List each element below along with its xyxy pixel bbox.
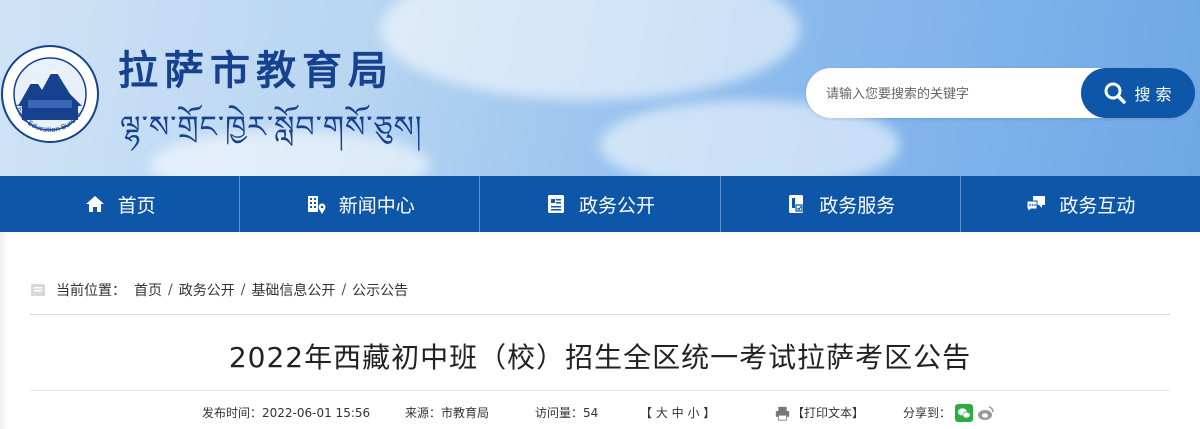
search-input[interactable] — [824, 81, 1078, 107]
breadcrumb-separator: / — [240, 282, 246, 298]
publish-time: 发布时间：2022-06-01 15:56 — [202, 406, 371, 420]
search-button[interactable]: 搜 索 — [1081, 68, 1195, 118]
print-button[interactable]: 【打印文本】 — [775, 404, 864, 421]
breadcrumb-separator: / — [168, 282, 173, 298]
nav-item-label: 政务公开 — [579, 194, 656, 217]
article-meta: 发布时间：2022-06-01 15:56 来源：市教育局 访问量：54 【 大… — [0, 404, 1200, 424]
main-content: 当前位置： 首页 / 政务公开 / 基础信息公开 / 公示公告 2022年西藏初… — [0, 232, 1200, 429]
bureau-logo-icon[interactable]: Lhasa Education Bureau — [0, 44, 100, 144]
breadcrumb-home[interactable]: 首页 — [134, 280, 162, 300]
breadcrumb-basic-info[interactable]: 基础信息公开 — [251, 280, 335, 300]
breadcrumb-separator: / — [341, 282, 347, 298]
view-count: 访问量：54 — [535, 406, 599, 420]
document-icon — [548, 195, 564, 213]
site-title: 拉萨市教育局 — [118, 47, 394, 94]
wechat-icon[interactable] — [955, 404, 973, 422]
site-header: Lhasa Education Bureau 拉萨市教育局 ལྷ་ས་གྲོང་… — [0, 0, 1200, 176]
location-icon — [31, 284, 45, 296]
share-label: 分享到： — [903, 406, 952, 420]
nav-item-label: 政务互动 — [1059, 194, 1136, 217]
breadcrumb: 当前位置： 首页 / 政务公开 / 基础信息公开 / 公示公告 — [30, 280, 408, 300]
header-cloud — [380, 0, 800, 100]
print-label: 【打印文本】 — [792, 406, 865, 420]
site-title-tibetan: ལྷ་ས་གྲོང་ཁྱེར་སློབ་གསོ་ཅུས། — [120, 110, 423, 145]
home-icon — [85, 196, 104, 212]
weibo-icon[interactable] — [977, 404, 995, 422]
article-title: 2022年西藏初中班（校）招生全区统一考试拉萨考区公告 — [228, 341, 972, 374]
nav-item-label: 首页 — [117, 194, 156, 217]
title-divider — [30, 390, 1170, 391]
breadcrumb-divider — [30, 314, 1170, 315]
nav-item-news[interactable]: 新闻中心 — [240, 176, 481, 232]
nav-item-home[interactable]: 首页 — [0, 176, 241, 232]
search-button-label: 搜 索 — [1134, 85, 1172, 104]
breadcrumb-prefix: 当前位置： — [56, 283, 126, 299]
building-icon — [307, 196, 326, 214]
article-source: 来源：市教育局 — [405, 406, 490, 420]
nav-item-interaction[interactable]: 政务互动 — [961, 176, 1200, 232]
nav-item-government-services[interactable]: 政务服务 — [721, 176, 961, 232]
chat-icon — [1026, 196, 1046, 214]
search-icon — [1104, 82, 1127, 104]
breadcrumb-government-affairs[interactable]: 政务公开 — [179, 280, 235, 300]
search-bar: 搜 索 — [806, 68, 1195, 118]
service-icon — [789, 195, 804, 213]
main-nav: 首页 新闻中心 政务公开 政务服务 政务互动 — [0, 176, 1200, 232]
font-size-switcher[interactable]: 【 大 中 小 】 — [640, 404, 715, 421]
printer-icon — [775, 406, 790, 421]
breadcrumb-announcements[interactable]: 公示公告 — [352, 280, 408, 300]
nav-item-label: 新闻中心 — [338, 194, 415, 217]
nav-item-label: 政务服务 — [819, 194, 896, 217]
content-side-shade — [0, 232, 8, 429]
nav-item-government-affairs[interactable]: 政务公开 — [480, 176, 721, 232]
